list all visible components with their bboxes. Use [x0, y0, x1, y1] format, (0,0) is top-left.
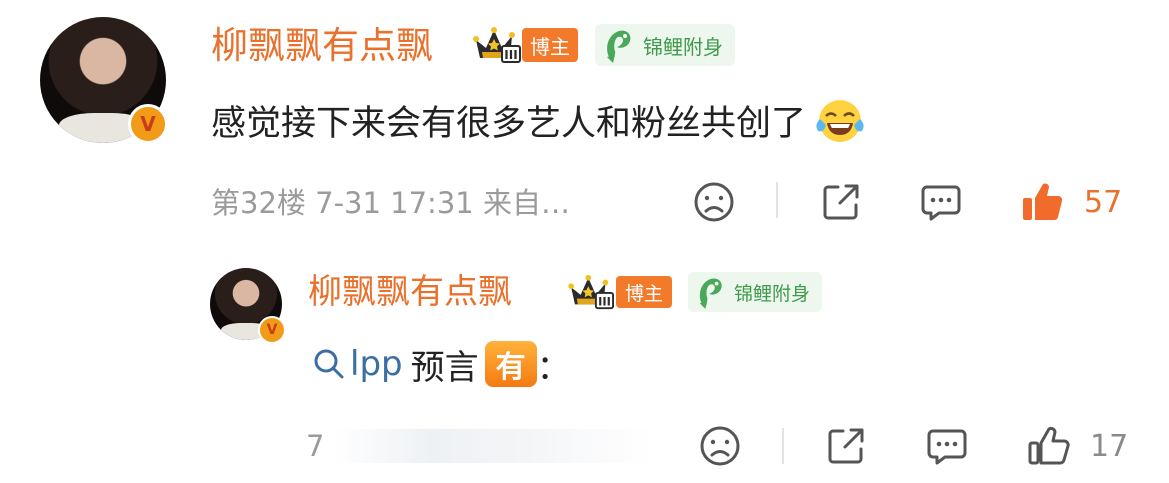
comment-button[interactable] — [921, 422, 973, 470]
koi-badge[interactable]: 锦鲤附身 — [595, 24, 735, 66]
share-button[interactable] — [820, 422, 872, 470]
dislike-button[interactable] — [694, 422, 746, 470]
comment-meta: 第32楼 7-31 17:31 来自… — [211, 186, 570, 220]
share-icon — [828, 428, 864, 464]
divider — [782, 428, 784, 464]
koi-badge-label: 锦鲤附身 — [734, 282, 811, 305]
frown-face-icon — [700, 426, 740, 466]
comment-button[interactable] — [915, 178, 967, 226]
divider — [776, 182, 778, 218]
search-icon — [314, 349, 344, 379]
comment-text: 感觉接下来会有很多艺人和粉丝共创了 — [211, 103, 807, 144]
blogger-badge[interactable]: III 博主 — [566, 272, 672, 312]
koi-fish-icon — [699, 278, 722, 309]
crown-icon: III — [568, 274, 614, 310]
obscured-meta-text — [334, 429, 655, 463]
reply-suffix: ： — [536, 347, 571, 388]
username[interactable]: 柳飘飘有点飘 — [308, 268, 512, 316]
share-icon — [823, 184, 859, 220]
koi-fish-icon — [607, 30, 631, 63]
search-link[interactable]: lpp — [312, 344, 403, 384]
like-count: 57 — [1084, 184, 1123, 220]
blogger-badge[interactable]: III 博主 — [472, 24, 578, 66]
verified-v-icon: V — [128, 104, 168, 144]
like-button[interactable]: 57 — [1020, 176, 1122, 228]
frown-face-icon — [694, 182, 734, 222]
comment-icon — [921, 185, 961, 221]
search-link-text[interactable]: lpp — [350, 344, 403, 384]
svg-text:III: III — [598, 294, 611, 308]
like-button[interactable]: 17 — [1026, 420, 1128, 472]
reply-text: 预言 — [410, 347, 479, 388]
blogger-tag: 博主 — [522, 28, 578, 62]
blogger-tag: 博主 — [616, 276, 672, 308]
laugh-cry-emoji — [816, 100, 864, 142]
svg-text:III: III — [504, 48, 517, 62]
like-count: 17 — [1090, 428, 1129, 464]
koi-badge-label: 锦鲤附身 — [643, 34, 723, 59]
comment-icon — [927, 429, 967, 465]
crown-icon: III — [473, 27, 521, 63]
comment-content: 感觉接下来会有很多艺人和粉丝共创了 — [211, 92, 868, 148]
verified-v-icon: V — [258, 316, 286, 344]
username[interactable]: 柳飘飘有点飘 — [211, 20, 433, 72]
emoji-tag-you: 有 — [484, 341, 537, 387]
thumbs-up-icon — [1023, 183, 1063, 221]
share-button[interactable] — [815, 178, 867, 226]
thumbs-up-icon — [1028, 426, 1070, 465]
reply-content: lpp 预言 有 ： — [312, 338, 571, 390]
dislike-button[interactable] — [688, 178, 740, 226]
koi-badge[interactable]: 锦鲤附身 — [688, 272, 823, 312]
reply-meta: 7 — [306, 424, 655, 468]
